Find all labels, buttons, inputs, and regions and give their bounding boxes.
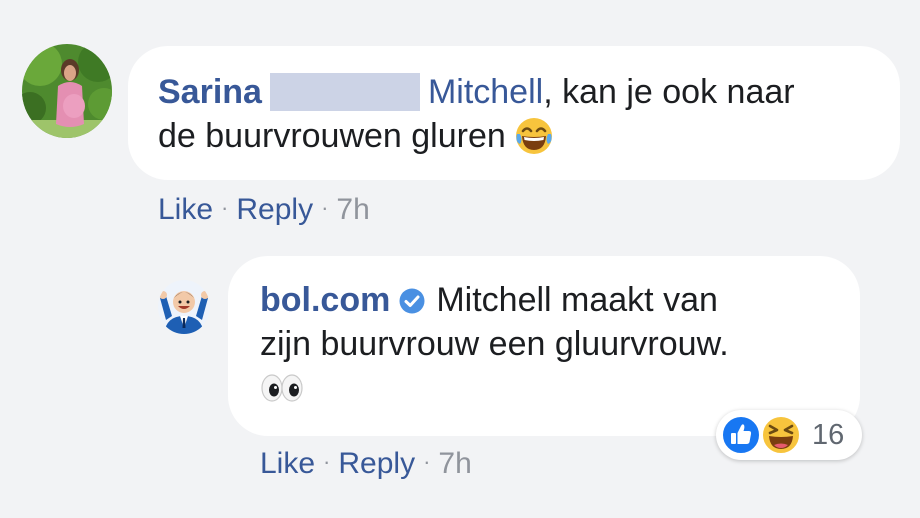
separator-dot: ·	[423, 449, 431, 474]
timestamp[interactable]: 7h	[336, 193, 369, 226]
reply-link[interactable]: Reply	[338, 447, 415, 480]
like-reaction-icon	[720, 415, 762, 460]
reply-text: Mitchell maakt van	[436, 281, 718, 319]
like-link[interactable]: Like	[158, 193, 213, 226]
laughing-with-tears-emoji-icon	[514, 116, 554, 167]
avatar-photo	[22, 44, 112, 138]
reply-text: zijn buurvrouw een gluurvrouw.	[260, 325, 729, 363]
comment-text: de buurvrouwen gluren	[158, 117, 506, 155]
separator-dot: ·	[321, 195, 329, 220]
reply-link[interactable]: Reply	[236, 193, 313, 226]
eyes-emoji-icon	[260, 373, 304, 411]
comment-actions: Like · Reply · 7h	[158, 190, 370, 228]
reply-text-line: zijn buurvrouw een gluurvrouw.	[260, 322, 729, 366]
reactions-summary[interactable]: 16	[716, 410, 862, 460]
reply-author-avatar[interactable]	[158, 280, 210, 334]
comment-text-line: de buurvrouwen gluren	[158, 114, 554, 167]
reply-bubble: bol.com Mitchell maakt van zijn buurvrou…	[228, 256, 860, 436]
redacted-name-block	[269, 73, 420, 111]
comment-author-name[interactable]: Sarina	[158, 73, 262, 111]
comment-text-line: Sarina Mitchell, kan je ook naar	[158, 70, 795, 114]
comment-bubble: Sarina Mitchell, kan je ook naar de buurv…	[128, 46, 900, 180]
reply-actions: Like · Reply · 7h	[260, 444, 472, 482]
commenter-avatar[interactable]	[22, 44, 112, 138]
verified-badge-icon	[398, 282, 426, 326]
bol-mascot-avatar	[158, 280, 210, 334]
reply-text-line: bol.com Mitchell maakt van	[260, 278, 718, 326]
like-link[interactable]: Like	[260, 447, 315, 480]
reply-emoji-line	[260, 370, 304, 414]
haha-reaction-icon	[760, 415, 802, 460]
comment-text: , kan je ook naar	[543, 73, 795, 111]
reply-author-name[interactable]: bol.com	[260, 281, 390, 319]
timestamp[interactable]: 7h	[438, 447, 471, 480]
mention-link[interactable]: Mitchell	[428, 73, 543, 111]
separator-dot: ·	[221, 195, 229, 220]
separator-dot: ·	[323, 449, 331, 474]
reaction-count: 16	[812, 419, 845, 451]
